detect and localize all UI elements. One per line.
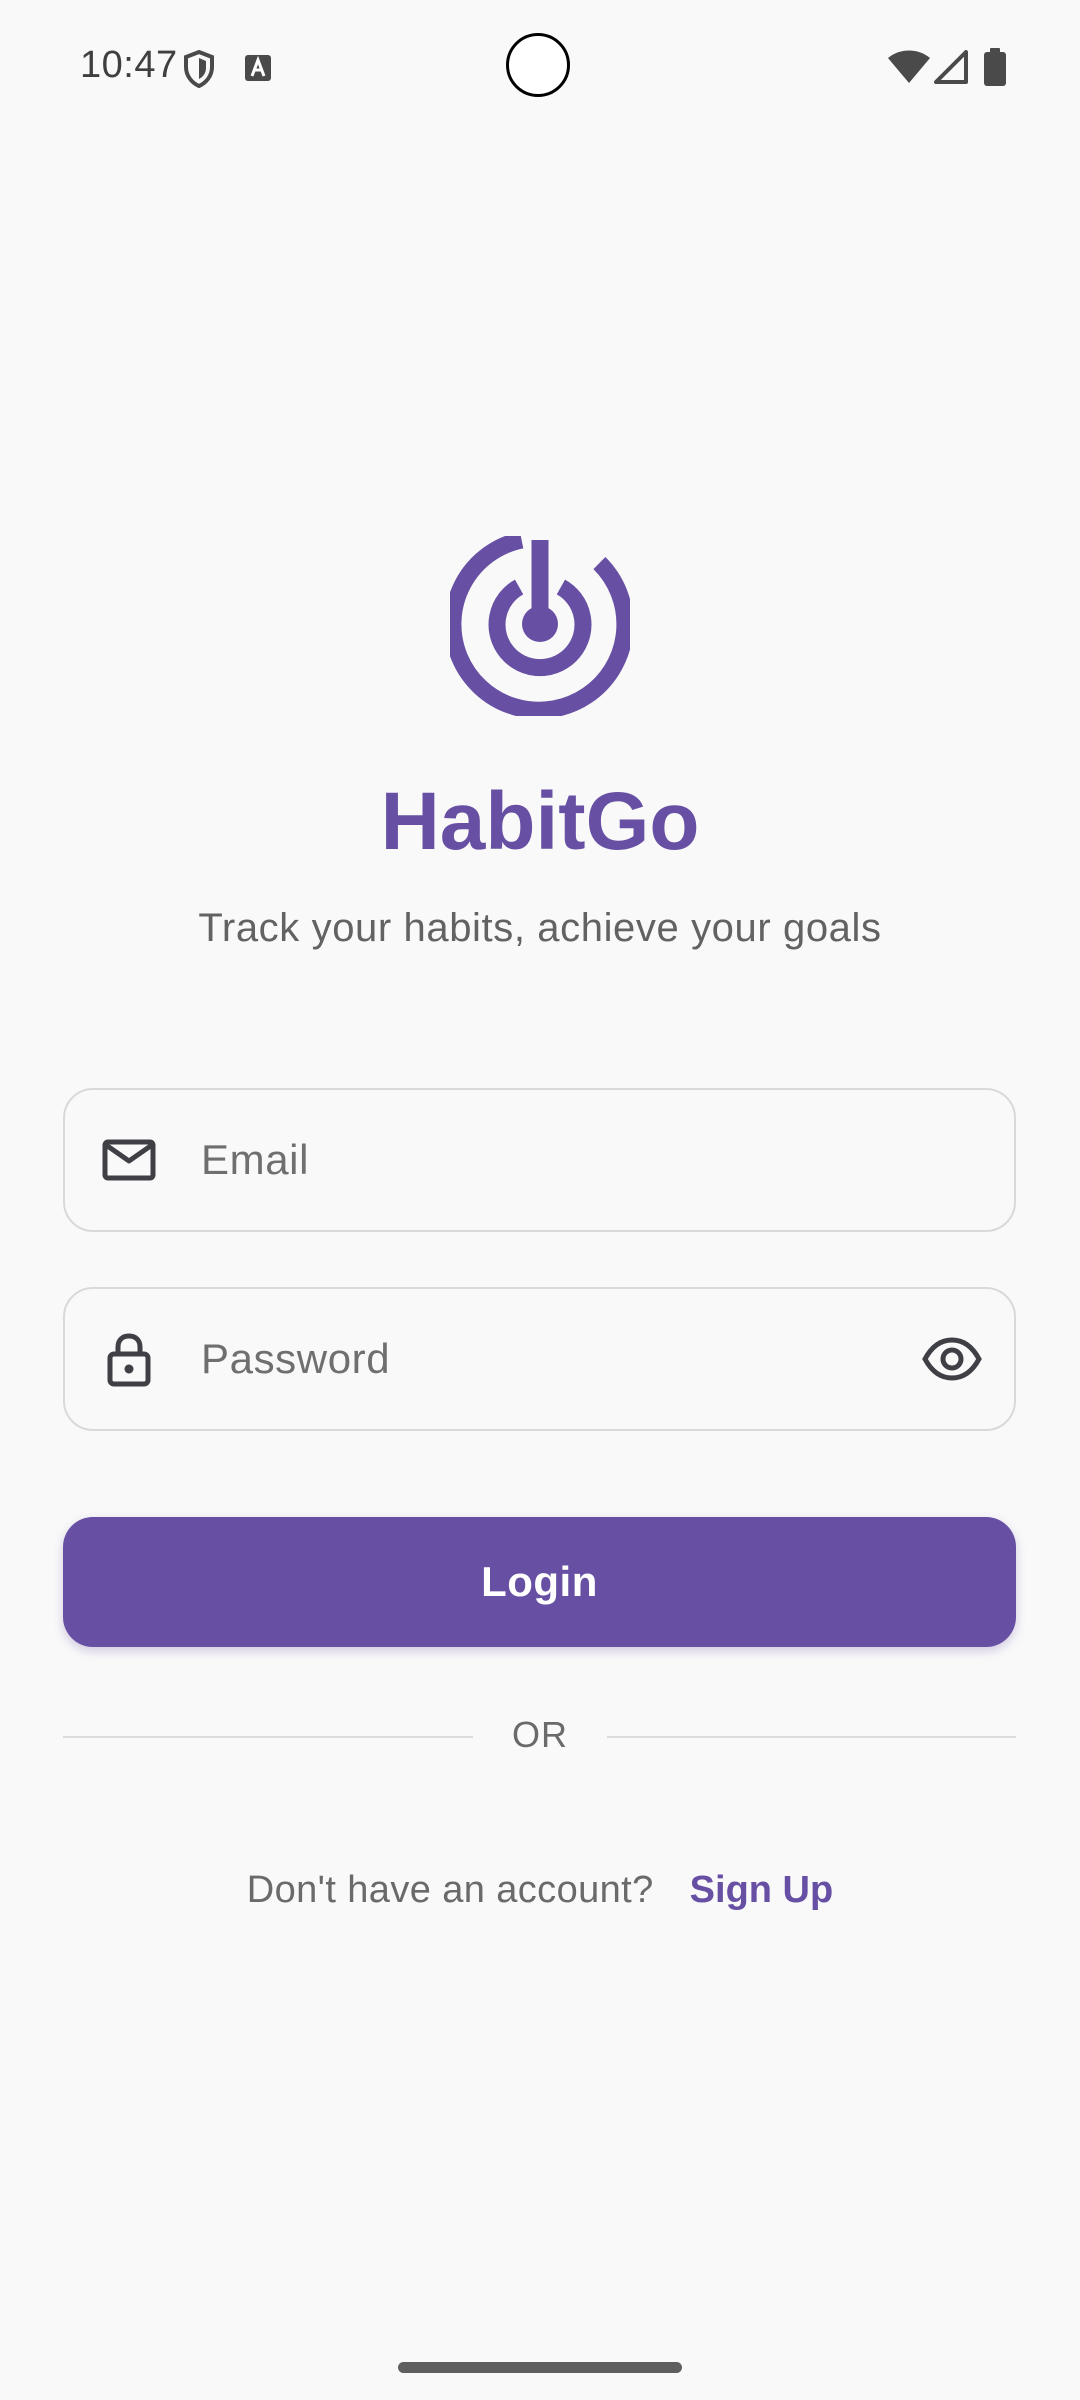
login-button[interactable]: Login	[63, 1517, 1016, 1647]
email-input[interactable]	[201, 1090, 941, 1230]
mail-icon	[102, 1139, 156, 1181]
login-screen: 10:47 HabitGo Track your habits, achieve…	[0, 0, 1080, 2400]
divider-text: OR	[512, 1714, 568, 1755]
signup-link[interactable]: Sign Up	[690, 1869, 834, 1911]
home-indicator[interactable]	[398, 2362, 682, 2373]
camera-cutout	[506, 33, 570, 97]
shield-icon	[184, 50, 214, 88]
password-visibility-toggle[interactable]	[920, 1327, 984, 1391]
status-bar: 10:47	[0, 0, 1080, 136]
wifi-icon	[888, 50, 930, 83]
status-time: 10:47	[80, 44, 178, 86]
password-input[interactable]	[201, 1289, 941, 1429]
signup-prompt: Don't have an account?	[246, 1869, 654, 1911]
eye-icon	[922, 1337, 982, 1381]
password-field[interactable]	[63, 1287, 1016, 1431]
app-title: HabitGo	[380, 776, 700, 867]
signal-icon	[934, 50, 968, 84]
email-field[interactable]	[63, 1088, 1016, 1232]
target-power-icon	[450, 536, 630, 716]
battery-icon	[984, 48, 1006, 86]
signup-row: Don't have an account? Sign Up	[0, 1862, 1080, 1918]
divider-line-left	[63, 1736, 473, 1738]
lock-icon	[107, 1333, 151, 1387]
divider-line-right	[607, 1736, 1016, 1738]
font-a-icon	[245, 55, 271, 81]
app-subtitle: Track your habits, achieve your goals	[198, 906, 882, 950]
